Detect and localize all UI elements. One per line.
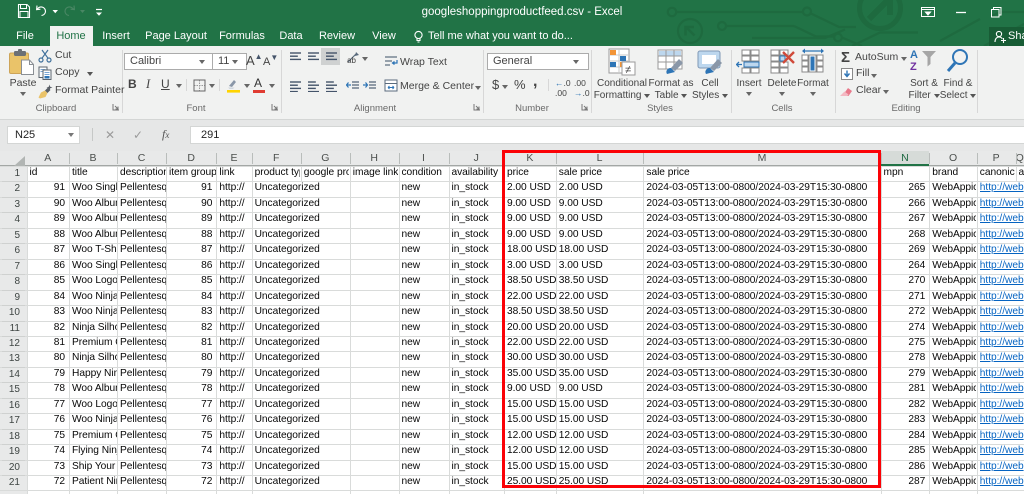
svg-text:ab: ab — [347, 56, 356, 64]
svg-text:A: A — [910, 49, 918, 61]
svg-text:≠: ≠ — [625, 64, 631, 76]
svg-text:Z: Z — [910, 61, 917, 73]
